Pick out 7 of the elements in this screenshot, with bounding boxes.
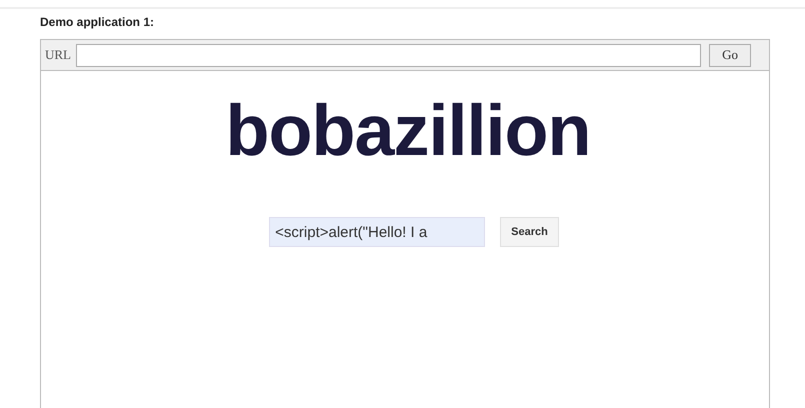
- page-heading: Demo application 1:: [40, 15, 156, 31]
- url-label: URL: [45, 47, 71, 63]
- logo: bobazillion: [224, 95, 590, 173]
- search-field[interactable]: <script>alert("Hello! I a: [269, 217, 486, 247]
- search-button[interactable]: Search: [500, 217, 559, 247]
- go-button[interactable]: Go: [709, 44, 751, 66]
- url-field[interactable]: [76, 44, 702, 66]
